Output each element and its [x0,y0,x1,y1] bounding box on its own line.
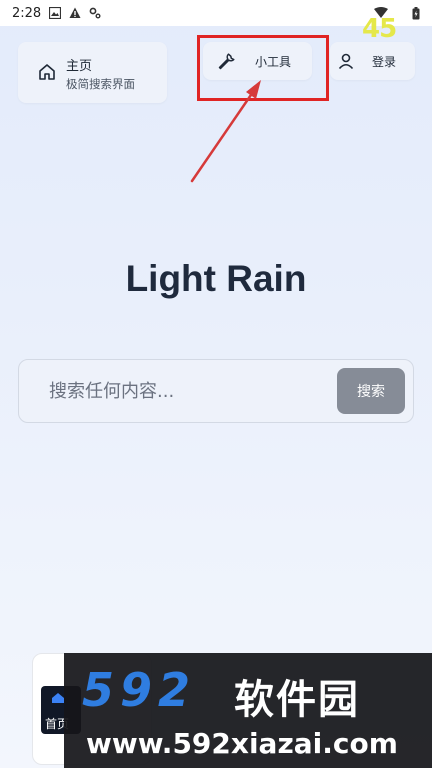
fps-counter: 45 [362,14,397,44]
search-button[interactable]: 搜索 [337,368,405,414]
settings-icon [89,7,101,19]
home-icon [39,64,55,80]
mini-home-icon [52,693,64,703]
battery-icon [412,6,420,19]
watermark-logo: 592 [82,663,197,717]
home-title: 主页 [66,59,93,74]
page-title: Light Rain [125,258,307,299]
user-icon [338,53,354,70]
login-button[interactable]: 登录 [330,42,415,80]
warning-icon [69,7,81,18]
search-bar: 搜索 [18,359,414,423]
annotation-highlight-box [197,35,329,101]
watermark-banner: 592 软件园 www.592xiazai.com [64,653,432,768]
status-left: 2:28 [12,6,101,21]
watermark-url: www.592xiazai.com [86,727,398,760]
home-nav-card[interactable]: 主页 极简搜索界面 [18,42,167,103]
watermark-name: 软件园 [234,677,360,723]
home-subtitle: 极简搜索界面 [66,77,135,91]
image-icon [49,7,62,19]
login-label: 登录 [372,55,397,69]
status-time: 2:28 [12,5,42,21]
search-input[interactable] [49,378,329,404]
